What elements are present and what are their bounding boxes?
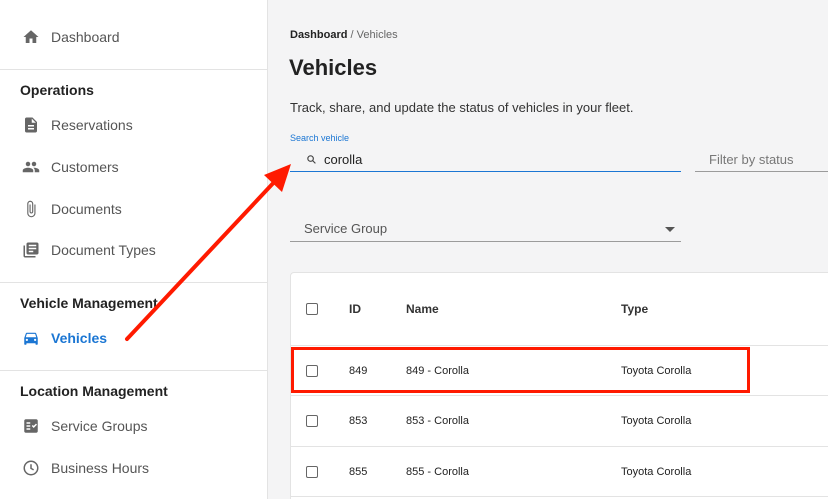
annotation-arrow <box>125 164 291 341</box>
